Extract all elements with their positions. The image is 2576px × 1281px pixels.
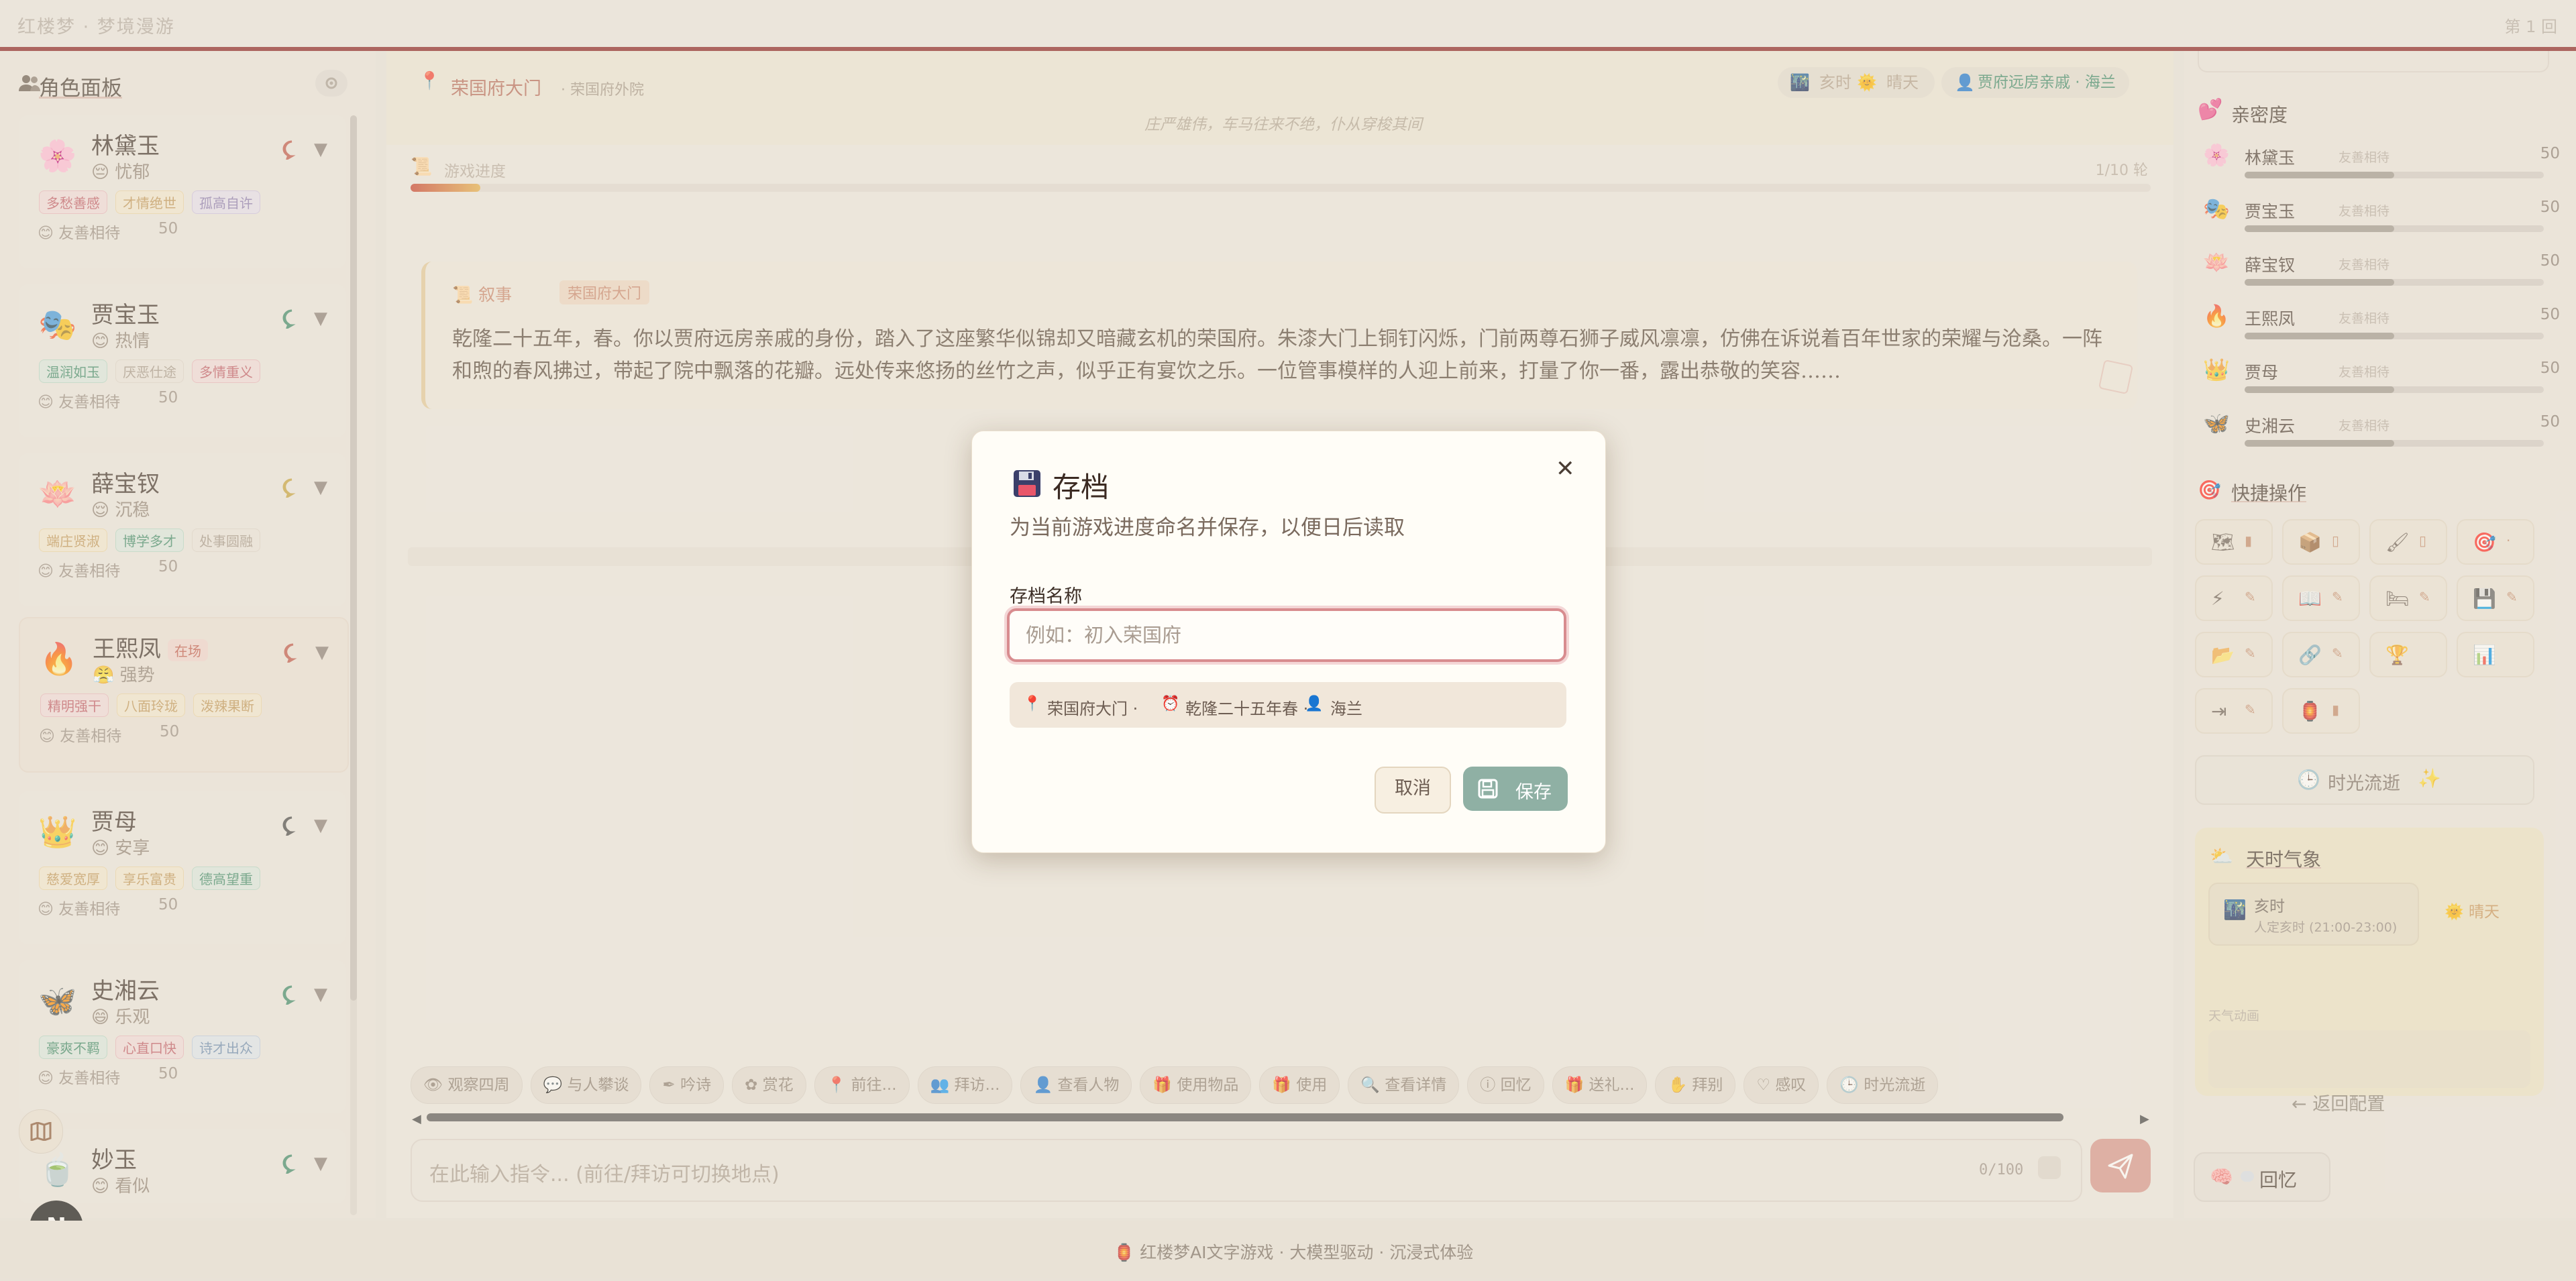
save-button[interactable]: 保存	[1463, 767, 1568, 811]
info-name: 海兰	[1330, 700, 1362, 718]
info-time: 乾隆二十五年春 ·	[1185, 700, 1309, 718]
floppy-icon	[1012, 469, 1042, 498]
user-icon: 👤	[1305, 695, 1324, 712]
location-pin-icon: 📍	[1023, 695, 1042, 712]
save-info-bar: 📍 荣国府大门 · ⏰ 乾隆二十五年春 · 👤 海兰	[1010, 682, 1566, 728]
alarm-clock-icon: ⏰	[1161, 695, 1180, 712]
dialog-description: 为当前游戏进度命名并保存，以便日后读取	[1010, 516, 1405, 540]
dialog-title: 存档	[1053, 471, 1110, 504]
save-name-input[interactable]	[1007, 608, 1566, 662]
info-location: 荣国府大门 ·	[1047, 700, 1138, 718]
close-icon[interactable]: ✕	[1556, 455, 1575, 482]
save-label: 保存	[1515, 782, 1552, 803]
save-name-label: 存档名称	[1010, 586, 1082, 607]
cancel-button[interactable]: 取消	[1375, 767, 1451, 814]
save-icon	[1478, 779, 1498, 799]
save-dialog: 存档 为当前游戏进度命名并保存，以便日后读取 ✕ 存档名称 📍 荣国府大门 · …	[971, 431, 1606, 853]
